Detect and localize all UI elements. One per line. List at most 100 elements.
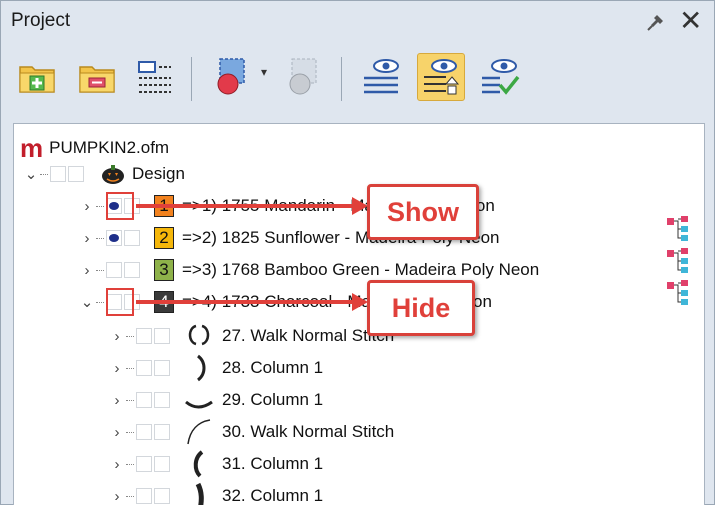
- visibility-toggle[interactable]: [136, 392, 152, 408]
- tree-connector: [126, 463, 134, 465]
- expand-chevron-icon[interactable]: ›: [110, 392, 124, 409]
- expand-chevron-icon[interactable]: ›: [110, 424, 124, 441]
- visibility-toggle[interactable]: [106, 230, 122, 246]
- expand-chevron-icon[interactable]: ›: [110, 360, 124, 377]
- toolbar: ▾: [1, 43, 714, 123]
- visibility-toggle[interactable]: [136, 456, 152, 472]
- view-list-button[interactable]: [357, 53, 405, 101]
- tree-connector: [96, 205, 104, 207]
- object-label: 28. Column 1: [222, 358, 324, 377]
- object-label: 32. Column 1: [222, 486, 324, 505]
- branch-icon[interactable]: [667, 248, 689, 274]
- expand-chevron-icon[interactable]: ›: [80, 230, 94, 247]
- lock-toggle[interactable]: [124, 262, 140, 278]
- column-icon: [185, 400, 213, 409]
- lock-toggle[interactable]: [68, 166, 84, 182]
- show-callout: Show: [367, 184, 479, 240]
- tree-object-row[interactable]: › 31. Column 1: [110, 448, 323, 480]
- view-check-icon: [482, 59, 520, 95]
- walk-stitch-icon: [187, 419, 211, 445]
- color-shape-button[interactable]: [209, 53, 257, 101]
- lock-toggle[interactable]: [154, 328, 170, 344]
- panel-title: Project: [11, 10, 71, 31]
- stitch-list-button[interactable]: [131, 53, 179, 101]
- branch-icon[interactable]: [667, 280, 689, 306]
- tree-design-node[interactable]: ⌄ Design: [24, 158, 185, 190]
- color-shape-disabled-button[interactable]: [281, 53, 329, 101]
- stitch-list-icon: [138, 61, 171, 93]
- toolbar-separator: [191, 57, 192, 101]
- tree-connector: [96, 301, 104, 303]
- view-list-icon: [364, 59, 399, 94]
- column-icon: [195, 482, 204, 505]
- view-check-button[interactable]: [475, 53, 523, 101]
- branch-icon[interactable]: [667, 216, 689, 242]
- column-icon: [193, 450, 204, 478]
- walk-stitch-icon: [188, 324, 210, 346]
- add-folder-button[interactable]: [13, 53, 61, 101]
- hide-arrow: [136, 293, 368, 311]
- visibility-toggle[interactable]: [136, 360, 152, 376]
- collapse-chevron-icon[interactable]: ⌄: [24, 165, 38, 183]
- collapse-chevron-icon[interactable]: ⌄: [80, 293, 94, 311]
- expand-chevron-icon[interactable]: ›: [80, 262, 94, 279]
- lock-toggle[interactable]: [154, 392, 170, 408]
- color-shape-disabled-icon: [289, 58, 317, 95]
- tree-connector: [40, 173, 48, 175]
- visibility-toggle[interactable]: [136, 488, 152, 504]
- add-folder-icon: [19, 66, 55, 93]
- tree-object-row[interactable]: › 28. Column 1: [110, 352, 323, 384]
- tree-connector: [126, 335, 134, 337]
- lock-toggle[interactable]: [124, 230, 140, 246]
- expand-chevron-icon[interactable]: ›: [110, 328, 124, 345]
- tree-object-row[interactable]: › 29. Column 1: [110, 384, 324, 416]
- root-label: PUMPKIN2.ofm: [49, 138, 170, 157]
- visibility-toggle[interactable]: [106, 262, 122, 278]
- tree-connector: [126, 367, 134, 369]
- expand-chevron-icon[interactable]: ›: [110, 456, 124, 473]
- lock-toggle[interactable]: [154, 360, 170, 376]
- project-logo-icon: m: [20, 133, 44, 163]
- object-label: 29. Column 1: [222, 390, 324, 409]
- remove-folder-button[interactable]: [73, 53, 121, 101]
- toolbar-separator: [341, 57, 342, 101]
- tree-object-row[interactable]: › 30. Walk Normal Stitch: [110, 416, 394, 448]
- view-properties-icon: [424, 59, 460, 95]
- hide-highlight-box: [106, 288, 134, 316]
- close-icon[interactable]: ✕: [679, 7, 702, 35]
- color-shape-icon: [217, 58, 245, 95]
- tree-object-row[interactable]: › 32. Column 1: [110, 480, 323, 505]
- lock-toggle[interactable]: [154, 424, 170, 440]
- tree-object-row[interactable]: › 27. Walk Normal Stitch: [110, 320, 394, 352]
- object-label: 30. Walk Normal Stitch: [222, 422, 395, 441]
- color-shape-dropdown-icon[interactable]: ▾: [261, 65, 267, 79]
- visibility-toggle[interactable]: [136, 424, 152, 440]
- project-panel: Project ✕ ▾ m PUMPKIN2.ofm ⌄ Design › › …: [0, 0, 715, 505]
- expand-chevron-icon[interactable]: ›: [80, 198, 94, 215]
- show-highlight-box: [106, 192, 134, 220]
- color-label: =>3) 1768 Bamboo Green - Madeira Poly Ne…: [182, 260, 540, 279]
- remove-folder-icon: [79, 66, 115, 93]
- hide-callout: Hide: [367, 280, 475, 336]
- color-swatch: 3: [154, 259, 174, 281]
- visibility-toggle[interactable]: [136, 328, 152, 344]
- tree-connector: [96, 237, 104, 239]
- color-swatch: 2: [154, 227, 174, 249]
- tree-connector: [96, 269, 104, 271]
- tree-connector: [126, 399, 134, 401]
- tree-connector: [126, 431, 134, 433]
- lock-toggle[interactable]: [154, 456, 170, 472]
- pumpkin-icon: [102, 165, 124, 184]
- object-label: 31. Column 1: [222, 454, 324, 473]
- visibility-toggle[interactable]: [50, 166, 66, 182]
- pin-icon[interactable]: [645, 11, 667, 33]
- expand-chevron-icon[interactable]: ›: [110, 488, 124, 505]
- lock-toggle[interactable]: [154, 488, 170, 504]
- design-label: Design: [132, 164, 185, 183]
- column-icon: [196, 354, 206, 382]
- tree-connector: [126, 495, 134, 497]
- view-properties-button[interactable]: [417, 53, 465, 101]
- show-arrow: [136, 197, 368, 215]
- project-tree: m PUMPKIN2.ofm ⌄ Design › 1 =>1: [13, 123, 705, 505]
- panel-titlebar: Project ✕: [1, 1, 714, 43]
